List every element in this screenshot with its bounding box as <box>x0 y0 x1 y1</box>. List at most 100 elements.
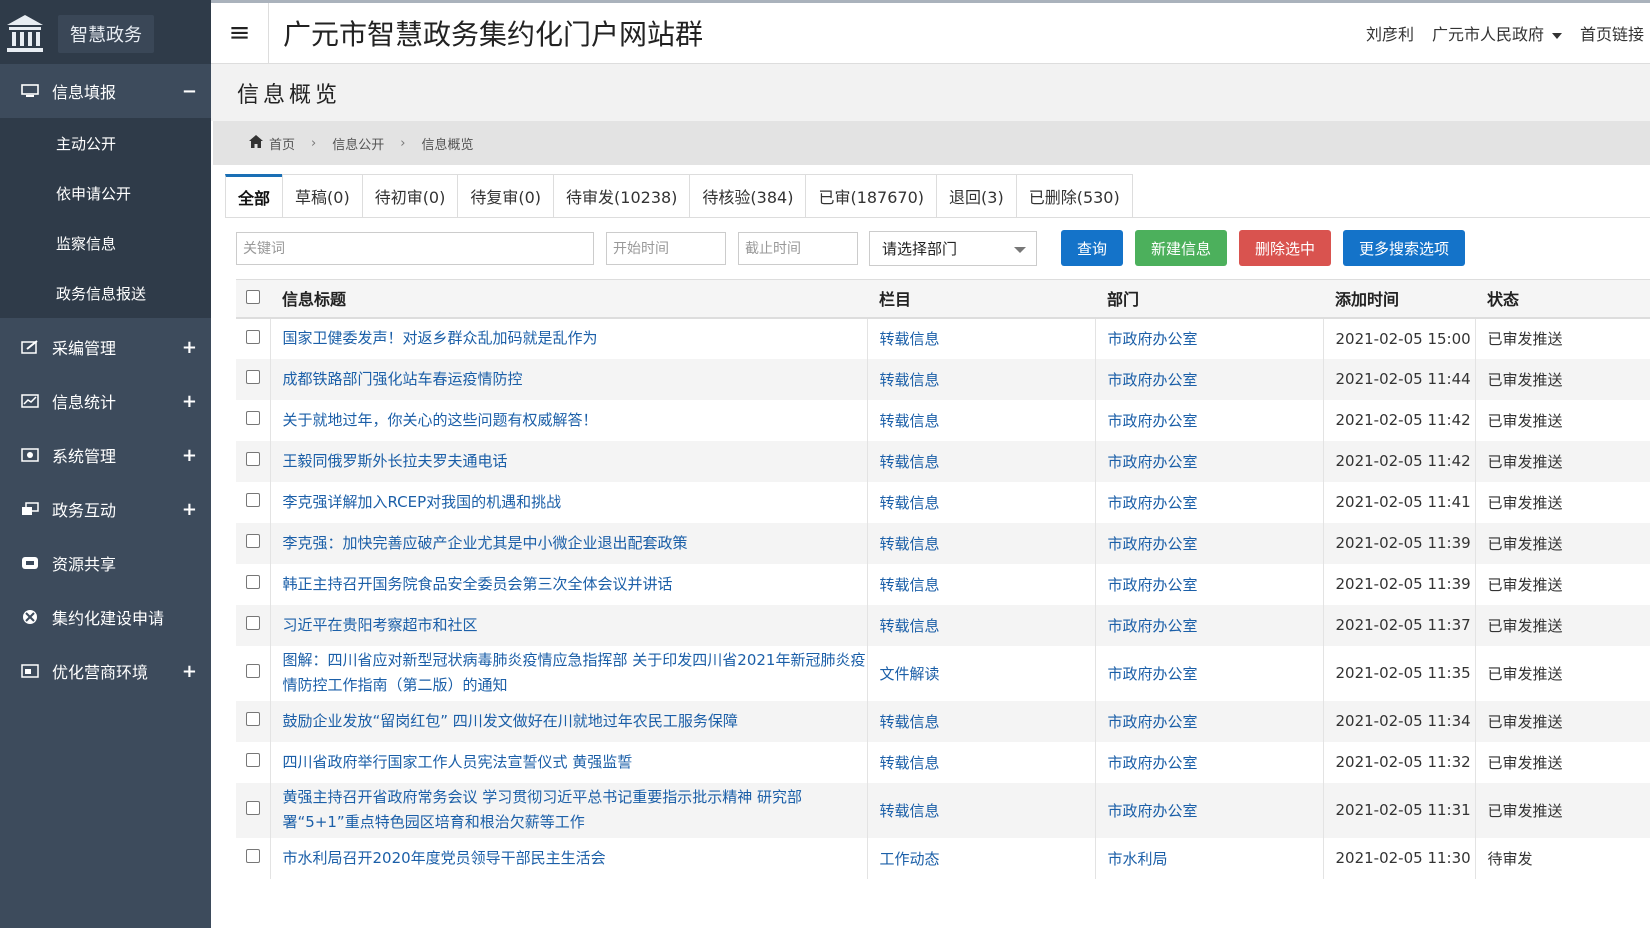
dept-link[interactable]: 市政府办公室 <box>1108 576 1198 594</box>
keyword-input[interactable] <box>236 231 594 265</box>
table-row: 市水利局召开2020年度党员领导干部民主生活会 工作动态 市水利局 2021-02-0… <box>236 837 1650 879</box>
tab-pending-publish[interactable]: 待审发(10238) <box>553 174 691 217</box>
info-title-link[interactable]: 习近平在贵阳考察超市和社区 <box>283 616 478 634</box>
info-title-link[interactable]: 鼓励企业发放“留岗红包” 四川发文做好在川就地过年农民工服务保障 <box>283 712 738 730</box>
tab-returned[interactable]: 退回(3) <box>936 174 1017 217</box>
row-checkbox[interactable] <box>245 452 260 466</box>
column-link[interactable]: 转载信息 <box>880 617 940 635</box>
info-title-link[interactable]: 图解：四川省应对新型冠状病毒肺炎疫情应急指挥部 关于印发四川省2021年新冠肺炎… <box>283 651 866 694</box>
expand-toggle[interactable]: + <box>182 661 197 682</box>
dept-link[interactable]: 市政府办公室 <box>1108 412 1198 430</box>
start-time-input[interactable] <box>606 231 726 265</box>
column-link[interactable]: 转载信息 <box>880 371 940 389</box>
sidebar-item-system[interactable]: 系统管理 + <box>0 428 211 482</box>
user-name[interactable]: 刘彦利 <box>1366 21 1414 45</box>
row-checkbox[interactable] <box>245 493 260 507</box>
tab-pending-verify[interactable]: 待核验(384) <box>689 174 807 217</box>
tab-reviewed[interactable]: 已审(187670) <box>805 174 938 217</box>
delete-selected-button[interactable]: 删除选中 <box>1239 230 1332 266</box>
sidebar-item-info-fill[interactable]: 信息填报 − <box>0 64 211 118</box>
info-title-link[interactable]: 四川省政府举行国家工作人员宪法宣誓仪式 黄强监誓 <box>283 753 633 771</box>
dept-link[interactable]: 市政府办公室 <box>1108 535 1198 553</box>
row-checkbox[interactable] <box>245 664 260 678</box>
column-link[interactable]: 转载信息 <box>880 494 940 512</box>
column-link[interactable]: 转载信息 <box>880 576 940 594</box>
dept-link[interactable]: 市政府办公室 <box>1108 494 1198 512</box>
info-title-link[interactable]: 成都铁路部门强化站车春运疫情防控 <box>283 370 523 388</box>
dept-link[interactable]: 市政府办公室 <box>1108 802 1198 820</box>
department-select[interactable]: 请选择部门 <box>869 230 1037 266</box>
info-title-link[interactable]: 关于就地过年，你关心的这些问题有权威解答！ <box>283 411 598 429</box>
row-checkbox[interactable] <box>245 801 260 815</box>
column-link[interactable]: 文件解读 <box>880 665 940 683</box>
dept-link[interactable]: 市政府办公室 <box>1108 713 1198 731</box>
tab-deleted[interactable]: 已删除(530) <box>1015 174 1133 217</box>
dept-link[interactable]: 市政府办公室 <box>1108 754 1198 772</box>
row-checkbox[interactable] <box>245 534 260 548</box>
header-title[interactable]: 信息标题 <box>270 280 867 318</box>
sidebar-item-resource-share[interactable]: 资源共享 <box>0 536 211 590</box>
breadcrumb-info-disclosure[interactable]: 信息公开 <box>332 134 384 153</box>
row-checkbox[interactable] <box>245 411 260 425</box>
submenu-item-info-report[interactable]: 政务信息报送 <box>0 268 211 318</box>
dept-link[interactable]: 市政府办公室 <box>1108 371 1198 389</box>
end-time-input[interactable] <box>738 231 858 265</box>
row-checkbox[interactable] <box>245 753 260 767</box>
submenu-item-active-disclosure[interactable]: 主动公开 <box>0 118 211 168</box>
home-links[interactable]: 首页链接 <box>1580 21 1644 45</box>
dept-link[interactable]: 市水利局 <box>1108 850 1168 868</box>
info-title-link[interactable]: 国家卫健委发声！对返乡群众乱加码就是乱作为 <box>283 329 598 347</box>
tab-all[interactable]: 全部 <box>225 174 284 217</box>
header-time[interactable]: 添加时间 <box>1323 280 1475 318</box>
menu-toggle-icon[interactable]: ≡ <box>211 2 269 64</box>
row-checkbox[interactable] <box>245 712 260 726</box>
info-title-link[interactable]: 王毅同俄罗斯外长拉夫罗夫通电话 <box>283 452 508 470</box>
sidebar-item-build-apply[interactable]: 集约化建设申请 <box>0 590 211 644</box>
info-title-link[interactable]: 黄强主持召开省政府常务会议 学习贯彻习近平总书记重要指示批示精神 研究部署“5+… <box>283 788 803 831</box>
info-title-link[interactable]: 李克强：加快完善应破产企业尤其是中小微企业退出配套政策 <box>283 534 688 552</box>
tab-second-review[interactable]: 待复审(0) <box>457 174 555 217</box>
dept-link[interactable]: 市政府办公室 <box>1108 453 1198 471</box>
sidebar-item-business-env[interactable]: 优化营商环境 + <box>0 644 211 698</box>
dept-link[interactable]: 市政府办公室 <box>1108 330 1198 348</box>
column-link[interactable]: 转载信息 <box>880 412 940 430</box>
expand-toggle[interactable]: + <box>182 499 197 520</box>
expand-toggle[interactable]: + <box>182 445 197 466</box>
header-dept[interactable]: 部门 <box>1095 280 1323 318</box>
row-checkbox[interactable] <box>245 616 260 630</box>
more-search-options-button[interactable]: 更多搜索选项 <box>1343 230 1466 266</box>
column-link[interactable]: 转载信息 <box>880 754 940 772</box>
collapse-toggle[interactable]: − <box>182 81 197 102</box>
column-link[interactable]: 转载信息 <box>880 802 940 820</box>
org-dropdown[interactable]: 广元市人民政府 <box>1432 21 1562 45</box>
header-column[interactable]: 栏目 <box>867 280 1095 318</box>
info-title-link[interactable]: 李克强详解加入RCEP对我国的机遇和挑战 <box>283 493 562 511</box>
column-link[interactable]: 转载信息 <box>880 330 940 348</box>
submenu-item-supervision[interactable]: 监察信息 <box>0 218 211 268</box>
tab-first-review[interactable]: 待初审(0) <box>361 174 459 217</box>
column-link[interactable]: 工作动态 <box>880 850 940 868</box>
column-link[interactable]: 转载信息 <box>880 713 940 731</box>
row-checkbox[interactable] <box>245 575 260 589</box>
sidebar-item-statistics[interactable]: 信息统计 + <box>0 374 211 428</box>
sidebar-item-editing[interactable]: 采编管理 + <box>0 320 211 374</box>
dept-link[interactable]: 市政府办公室 <box>1108 665 1198 683</box>
new-info-button[interactable]: 新建信息 <box>1135 230 1228 266</box>
select-all-checkbox[interactable] <box>246 289 260 304</box>
breadcrumb-home[interactable]: 首页 <box>269 134 295 153</box>
info-title-link[interactable]: 市水利局召开2020年度党员领导干部民主生活会 <box>283 849 606 867</box>
tab-draft[interactable]: 草稿(0) <box>282 174 363 217</box>
expand-toggle[interactable]: + <box>182 391 197 412</box>
sidebar-item-interaction[interactable]: 政务互动 + <box>0 482 211 536</box>
column-link[interactable]: 转载信息 <box>880 453 940 471</box>
query-button[interactable]: 查询 <box>1061 230 1124 266</box>
row-checkbox[interactable] <box>245 370 260 384</box>
column-link[interactable]: 转载信息 <box>880 535 940 553</box>
info-title-link[interactable]: 韩正主持召开国务院食品安全委员会第三次全体会议并讲话 <box>283 575 673 593</box>
row-checkbox[interactable] <box>245 329 260 344</box>
row-checkbox[interactable] <box>245 849 260 863</box>
dept-link[interactable]: 市政府办公室 <box>1108 617 1198 635</box>
header-status[interactable]: 状态 <box>1475 280 1650 318</box>
expand-toggle[interactable]: + <box>182 337 197 358</box>
submenu-item-request-disclosure[interactable]: 依申请公开 <box>0 168 211 218</box>
